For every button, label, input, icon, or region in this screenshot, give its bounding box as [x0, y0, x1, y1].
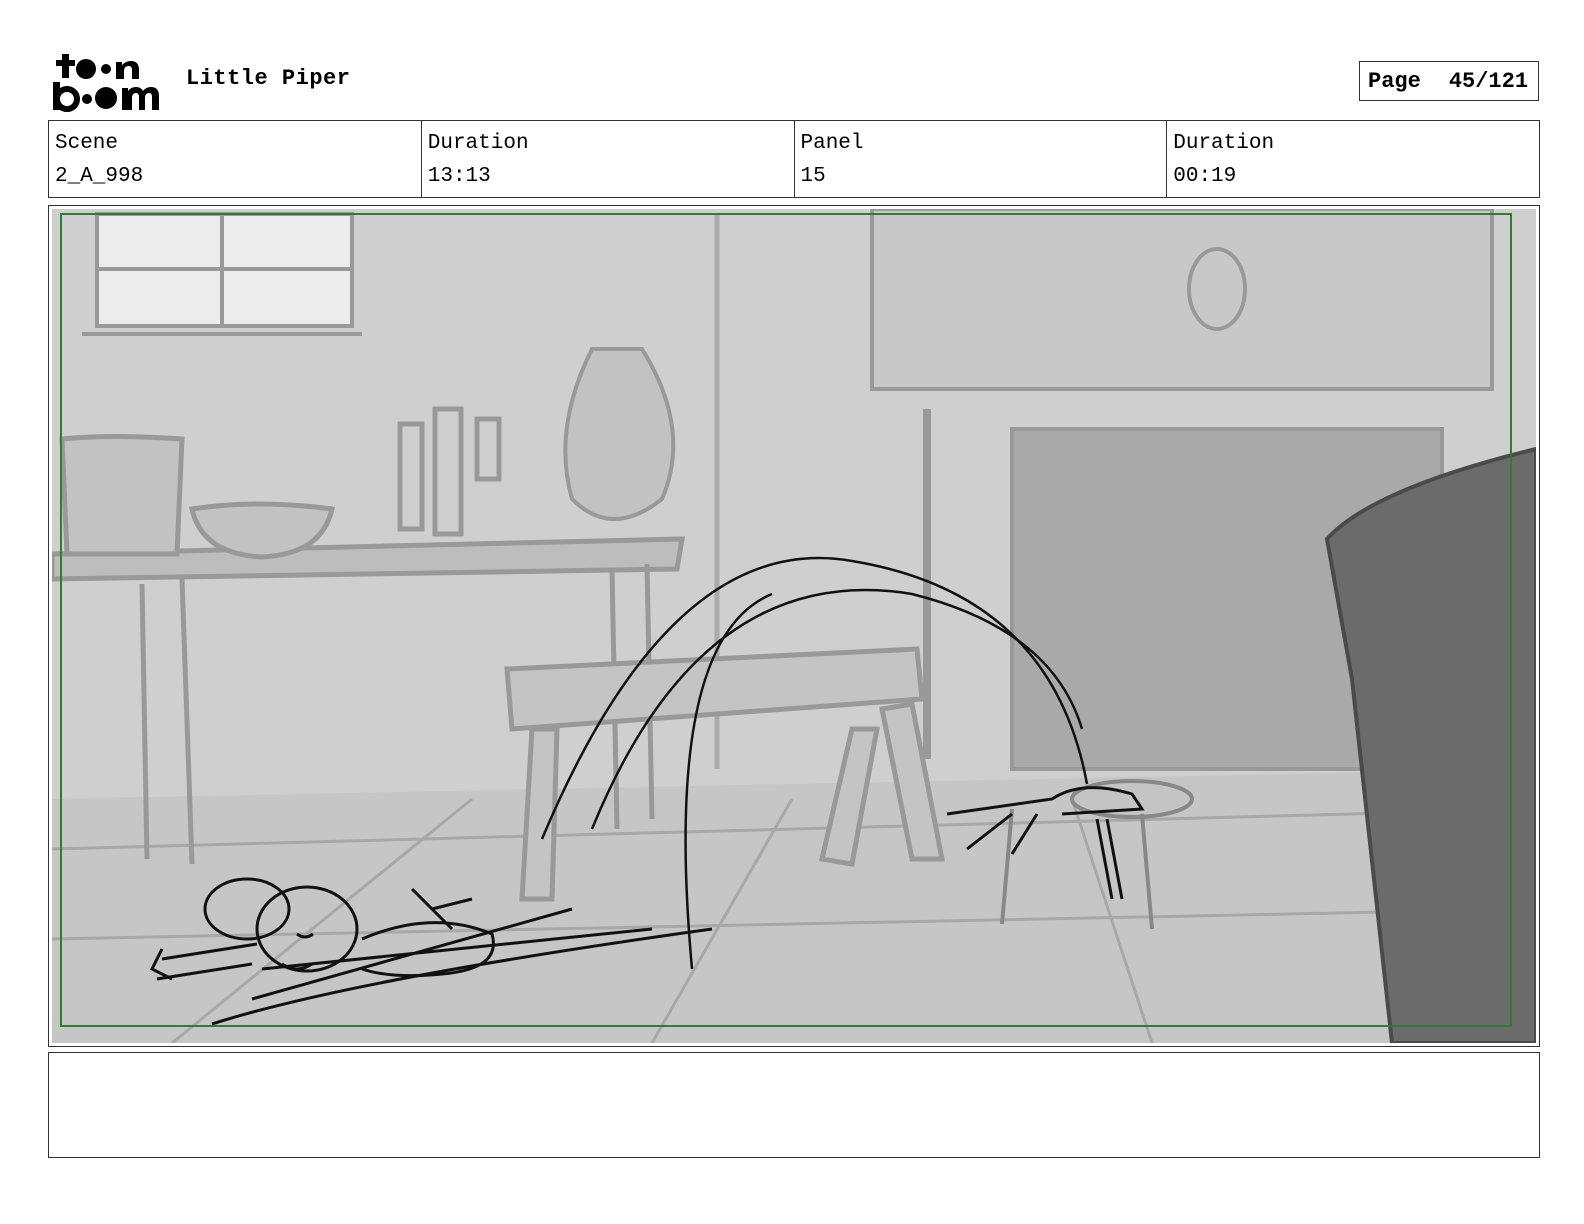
page-indicator: Page 45/121	[1359, 61, 1539, 101]
panel-duration-cell: Duration 00:19	[1167, 121, 1539, 197]
toon-boom-logo	[53, 54, 159, 112]
scene-cell: Scene 2_A_998	[49, 121, 422, 197]
scene-duration-cell: Duration 13:13	[422, 121, 795, 197]
scene-value: 2_A_998	[55, 165, 144, 188]
panel-notes	[48, 1052, 1540, 1158]
page-number: 45/121	[1448, 68, 1529, 94]
panel-duration-label: Duration	[1173, 132, 1275, 155]
scene-duration-label: Duration	[427, 132, 529, 155]
panel-frame	[48, 205, 1540, 1047]
panel-cell: Panel 15	[795, 121, 1168, 197]
scene-label: Scene	[55, 132, 119, 155]
project-title: Little Piper	[186, 66, 351, 91]
scene-info-table: Scene 2_A_998 Duration 13:13 Panel 15 Du…	[48, 120, 1540, 198]
hanging-vase	[563, 347, 676, 521]
page-label: Page	[1368, 68, 1421, 94]
window-sketch	[82, 212, 362, 336]
storyboard-sketch	[52, 209, 1536, 1043]
panel-label: Panel	[800, 132, 864, 155]
sketch-floor	[52, 769, 1536, 1043]
scene-duration-value: 13:13	[427, 165, 491, 188]
panel-value: 15	[800, 165, 826, 188]
panel-duration-value: 00:19	[1173, 165, 1237, 188]
